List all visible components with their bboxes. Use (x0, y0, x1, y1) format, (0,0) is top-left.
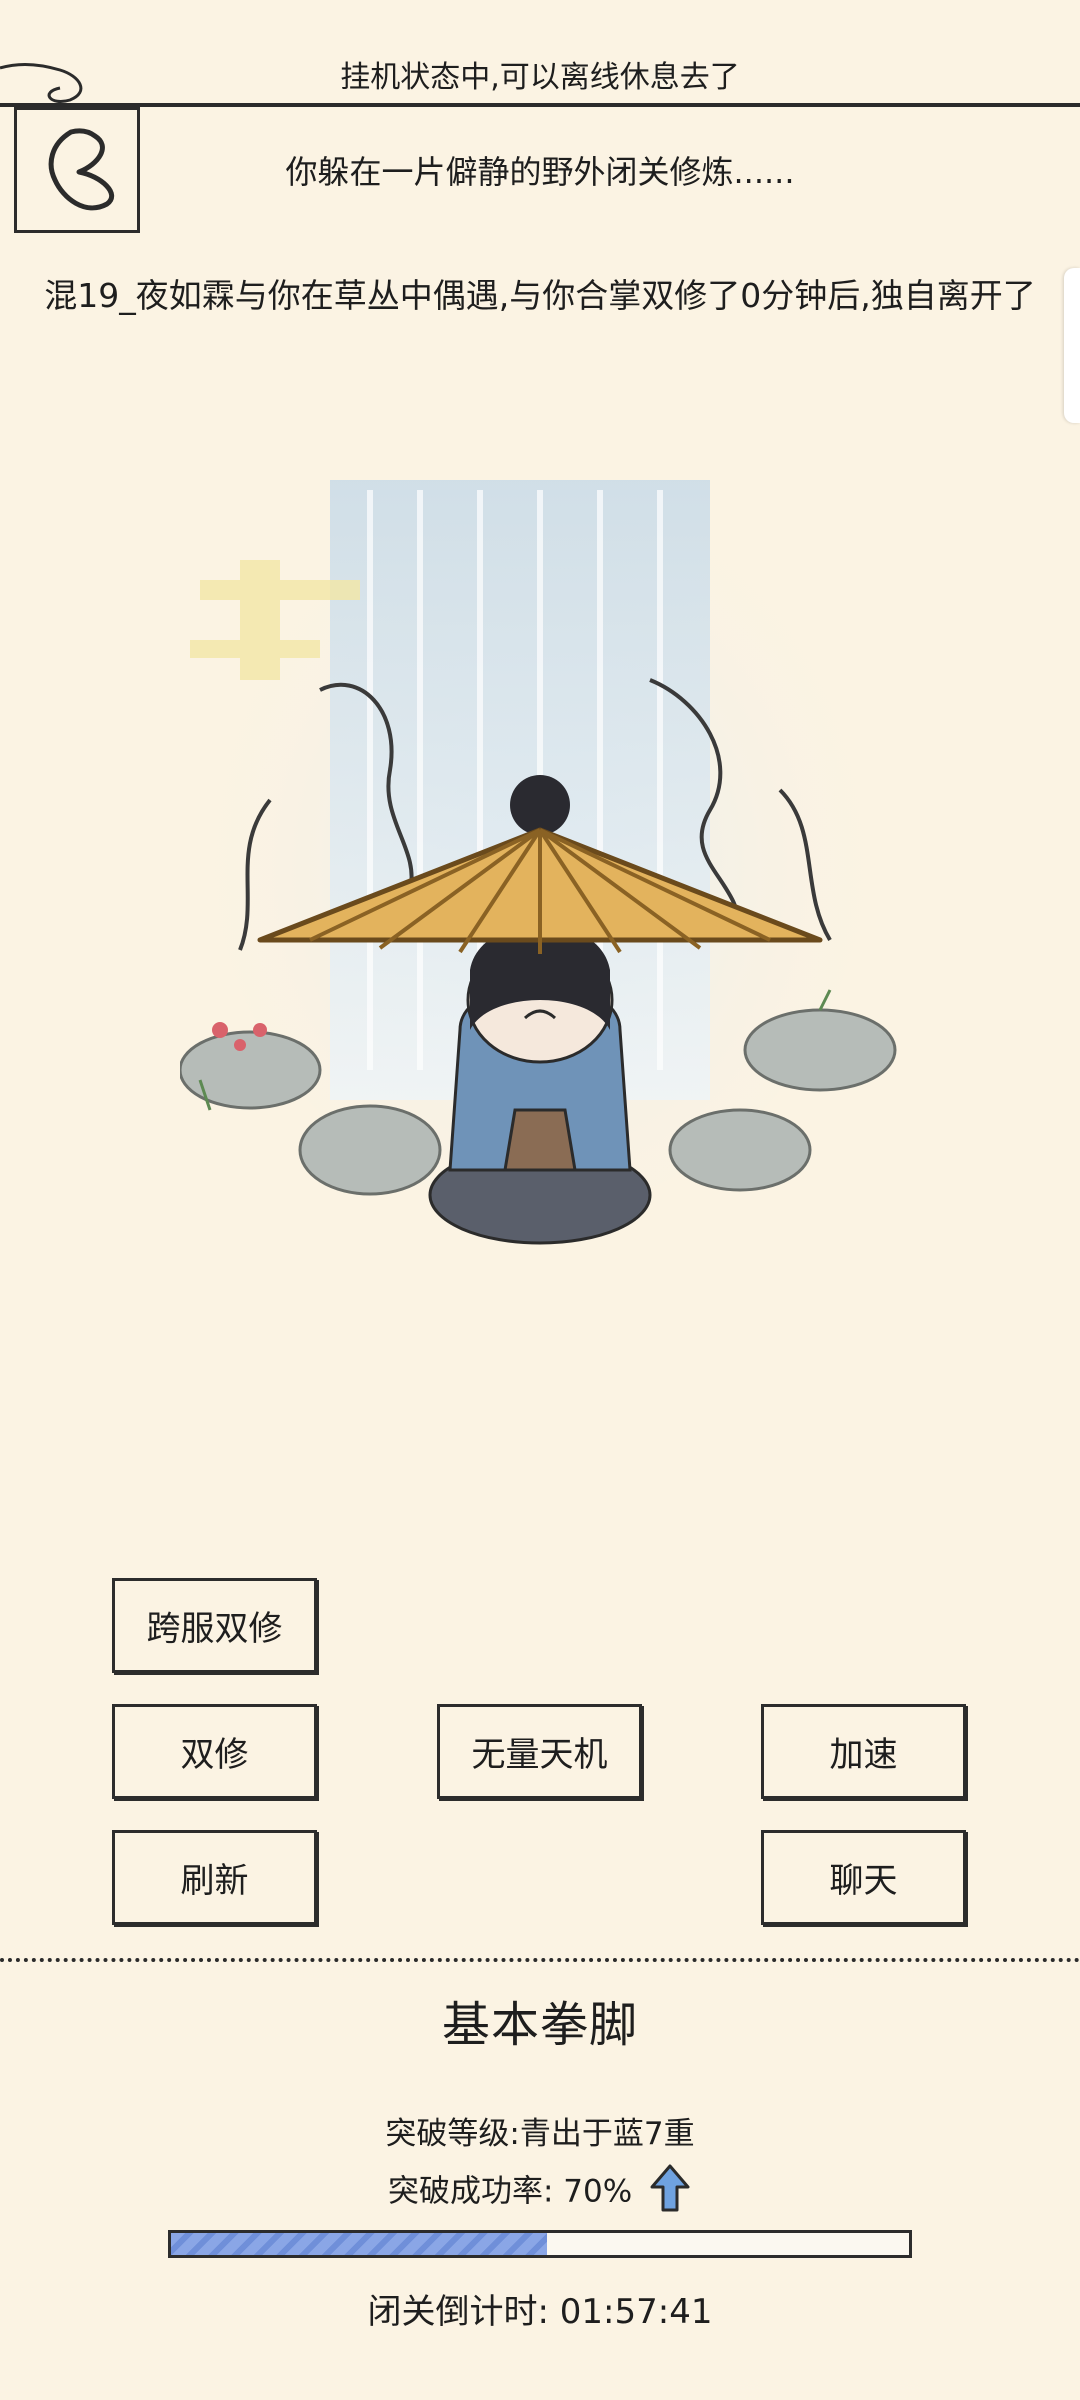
up-arrow-icon[interactable] (648, 2163, 692, 2213)
side-scroll-tab[interactable] (1064, 268, 1080, 423)
cultivation-subtitle: 你躲在一片僻静的野外闭关修炼...... (285, 153, 795, 191)
chat-button[interactable]: 聊天 (761, 1830, 966, 1925)
section-divider (0, 1958, 1080, 1962)
breakthrough-rate-row: 突破成功率: 70% (0, 2163, 1080, 2213)
refresh-button[interactable]: 刷新 (112, 1830, 317, 1925)
header-divider (0, 103, 1080, 107)
progress-fill (171, 2233, 548, 2255)
skill-title: 基本拳脚 (441, 1997, 638, 2053)
back-button[interactable] (14, 107, 140, 233)
dual-cultivation-button[interactable]: 双修 (112, 1704, 317, 1799)
breakthrough-progress-bar (168, 2230, 912, 2258)
meditation-illustration (180, 470, 897, 1245)
breakthrough-rate-text: 突破成功率: 70% (387, 2173, 633, 2210)
event-message: 混19_夜如霖与你在草丛中偶遇,与你合掌双修了0分钟后,独自离开了 (44, 276, 1036, 315)
speed-up-button[interactable]: 加速 (761, 1704, 966, 1799)
idle-status-text: 挂机状态中,可以离线休息去了 (340, 60, 740, 95)
seclusion-countdown: 闭关倒计时: 01:57:41 (367, 2292, 713, 2332)
breakthrough-level: 突破等级:青出于蓝7重 (385, 2116, 695, 2152)
back-arrow-icon (48, 128, 115, 211)
cross-server-dual-cultivation-button[interactable]: 跨服双修 (112, 1578, 317, 1673)
tianji-button[interactable]: 无量天机 (437, 1704, 642, 1799)
